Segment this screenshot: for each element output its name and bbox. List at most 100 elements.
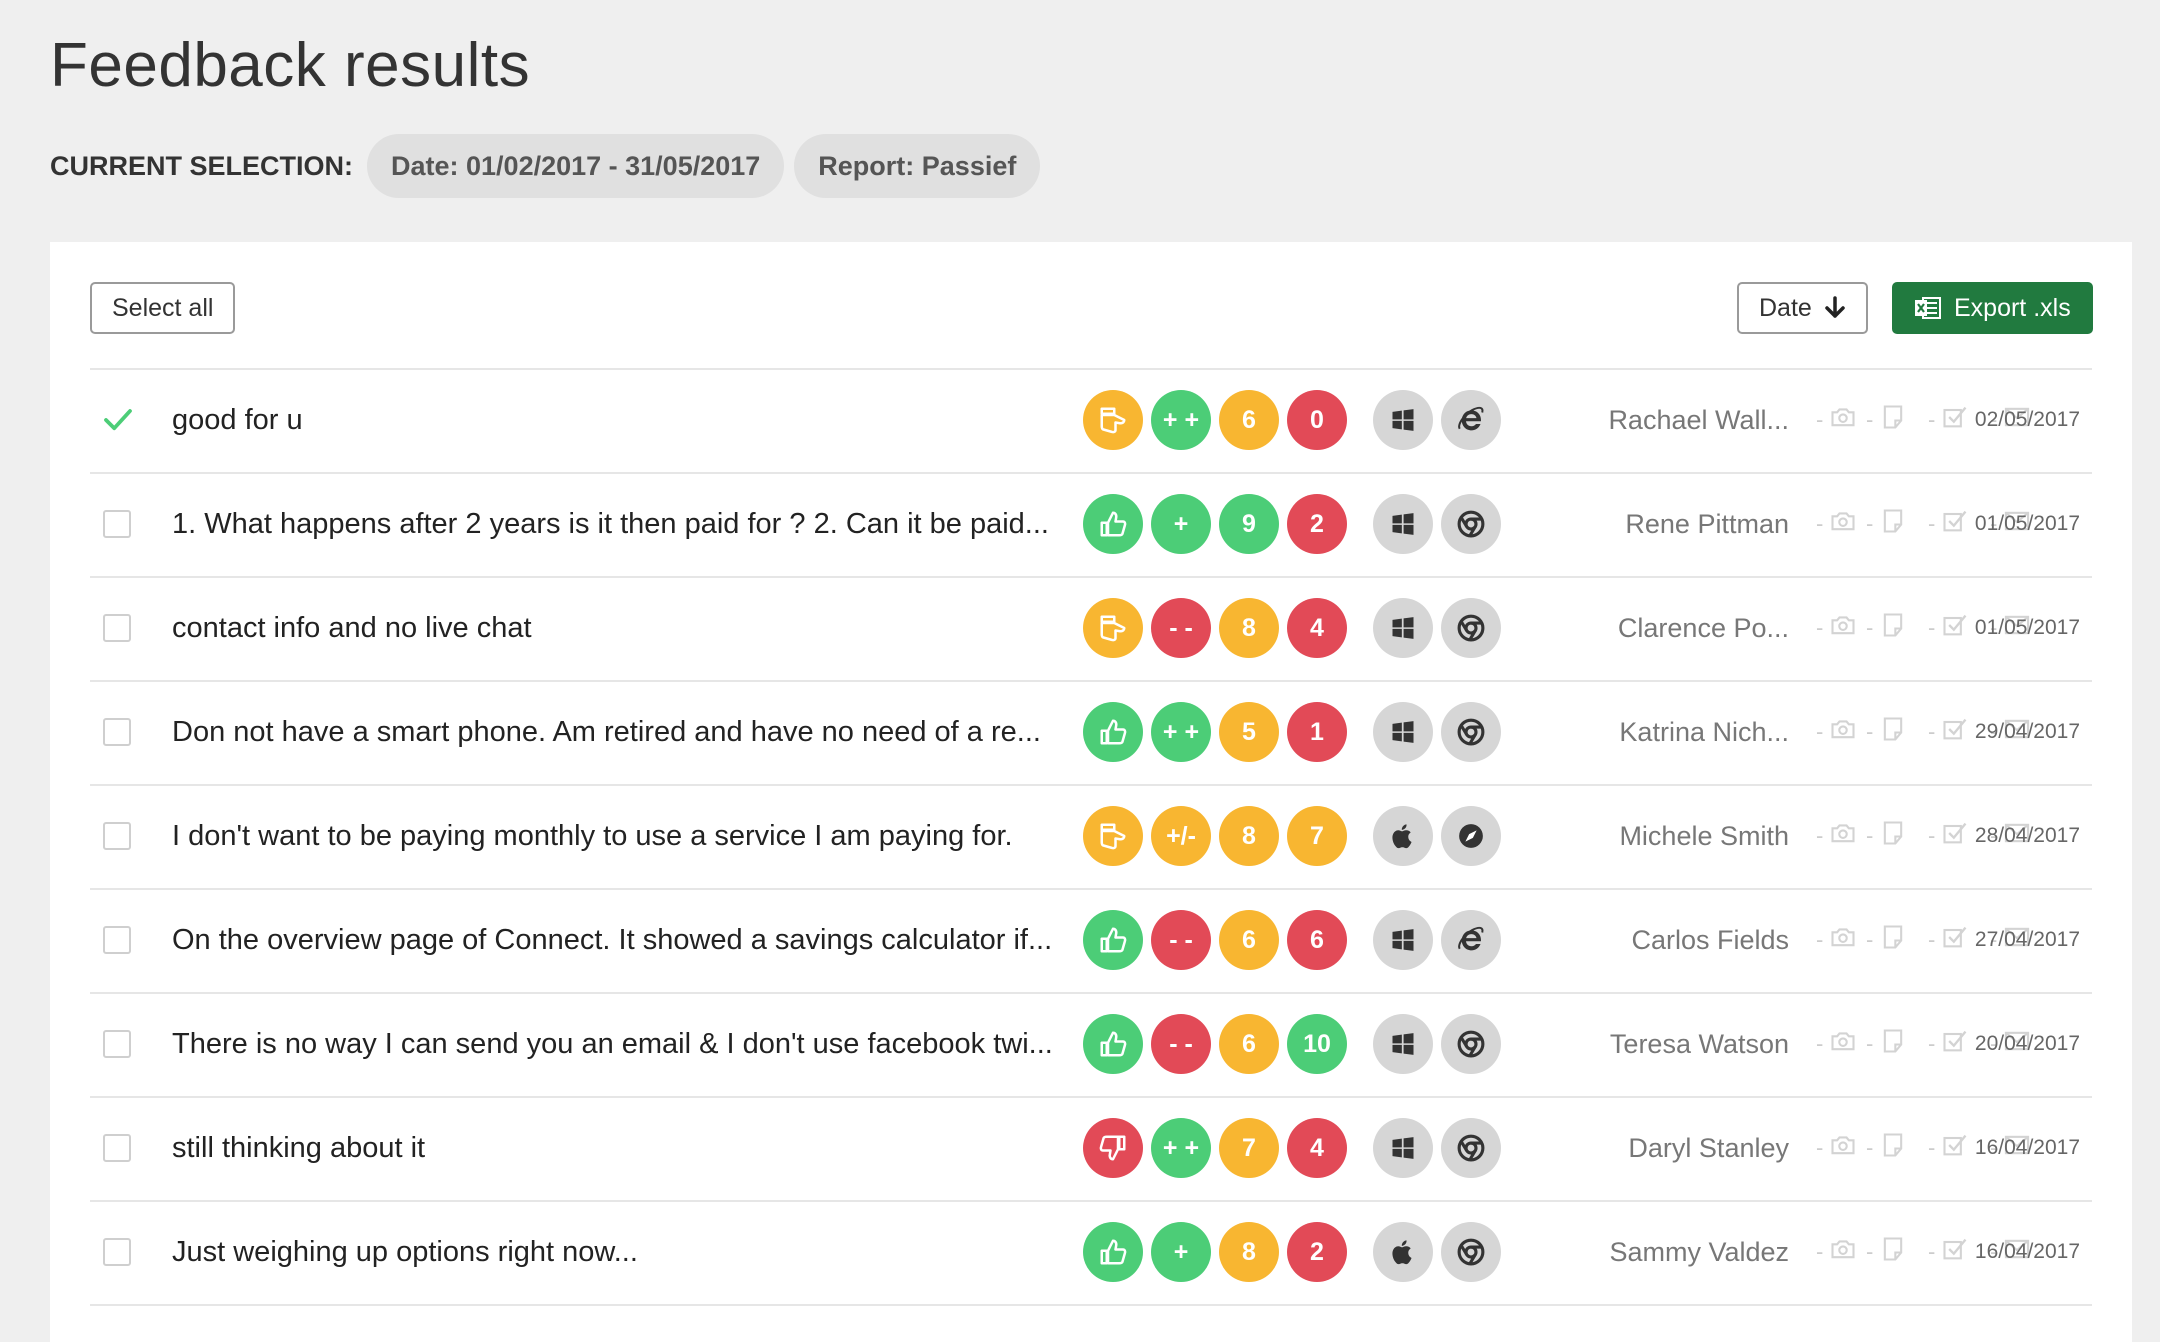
feedback-date: 20/04/2017 xyxy=(1974,1032,2080,1055)
user-name: Sammy Valdez xyxy=(1609,1236,1789,1267)
comment-text[interactable]: Don not have a smart phone. Am retired a… xyxy=(172,682,1062,782)
status-dash: - xyxy=(1928,407,1936,432)
note-icon xyxy=(1879,1235,1907,1269)
feedback-row[interactable]: Just weighing up options right now... +8 2… xyxy=(90,1202,2092,1306)
status-dash: - xyxy=(1816,615,1824,640)
status-dash: - xyxy=(1816,511,1824,536)
feedback-date: 16/04/2017 xyxy=(1974,1136,2080,1159)
count-badge: 2 xyxy=(1287,1222,1347,1282)
status-dash: - xyxy=(1928,511,1936,536)
comment-text[interactable]: 1. What happens after 2 years is it then… xyxy=(172,474,1062,574)
camera-icon xyxy=(1829,1235,1857,1269)
user-name: Rachael Wall... xyxy=(1608,404,1789,435)
thumb-down-icon xyxy=(1083,1118,1143,1178)
note-icon xyxy=(1879,403,1907,437)
checkbox-icon xyxy=(1941,923,1969,957)
row-checkbox[interactable] xyxy=(103,1238,131,1266)
comment-text[interactable]: I don't want to be paying monthly to use… xyxy=(172,786,1062,886)
rating-badge: + xyxy=(1151,1222,1211,1282)
export-label: Export .xls xyxy=(1954,294,2071,322)
date-range-chip[interactable]: Date: 01/02/2017 - 31/05/2017 xyxy=(367,134,785,198)
note-icon xyxy=(1879,1027,1907,1061)
status-dash: - xyxy=(1816,407,1824,432)
feedback-row[interactable]: good for u + +6 0 Rachael Wall... - - - -02/05/… xyxy=(90,370,2092,474)
feedback-row[interactable]: There is no way I can send you an email … xyxy=(90,994,2092,1098)
feedback-row[interactable]: 1. What happens after 2 years is it then… xyxy=(90,474,2092,578)
count-badge: 6 xyxy=(1287,910,1347,970)
status-dash: - xyxy=(1816,823,1824,848)
comment-text[interactable]: There is no way I can send you an email … xyxy=(172,994,1062,1094)
selected-check-icon[interactable] xyxy=(103,403,133,437)
score-badge: 6 xyxy=(1219,390,1279,450)
status-dash: - xyxy=(1816,1031,1824,1056)
sort-date-button[interactable]: Date xyxy=(1737,282,1868,334)
row-checkbox[interactable] xyxy=(103,510,131,538)
feedback-date: 01/05/2017 xyxy=(1974,616,2080,639)
feedback-date: 01/05/2017 xyxy=(1974,512,2080,535)
rating-badge: - - xyxy=(1151,598,1211,658)
score-badge: 8 xyxy=(1219,1222,1279,1282)
feedback-date: 02/05/2017 xyxy=(1974,408,2080,431)
note-icon xyxy=(1879,507,1907,541)
note-icon xyxy=(1879,1131,1907,1165)
user-name: Daryl Stanley xyxy=(1628,1132,1789,1163)
count-badge: 0 xyxy=(1287,390,1347,450)
row-checkbox[interactable] xyxy=(103,822,131,850)
feedback-row[interactable]: On the overview page of Connect. It show… xyxy=(90,890,2092,994)
chrome-icon xyxy=(1441,1222,1501,1282)
status-dash: - xyxy=(1866,927,1874,952)
windows-icon xyxy=(1373,702,1433,762)
chrome-icon xyxy=(1441,702,1501,762)
comment-text[interactable]: On the overview page of Connect. It show… xyxy=(172,890,1062,990)
comment-text[interactable]: still thinking about it xyxy=(172,1098,1062,1198)
row-checkbox[interactable] xyxy=(103,1030,131,1058)
checkbox-icon xyxy=(1941,611,1969,645)
camera-icon xyxy=(1829,611,1857,645)
feedback-row[interactable]: Don not have a smart phone. Am retired a… xyxy=(90,682,2092,786)
comment-text[interactable]: good for u xyxy=(172,370,1062,470)
score-badge: 7 xyxy=(1219,1118,1279,1178)
report-chip[interactable]: Report: Passief xyxy=(794,134,1041,198)
camera-icon xyxy=(1829,819,1857,853)
comment-text[interactable]: Just weighing up options right now... xyxy=(172,1202,1062,1302)
thumb-neutral-icon xyxy=(1083,390,1143,450)
count-badge: 10 xyxy=(1287,1014,1347,1074)
windows-icon xyxy=(1373,494,1433,554)
note-icon xyxy=(1879,715,1907,749)
thumb-up-icon xyxy=(1083,1014,1143,1074)
row-checkbox[interactable] xyxy=(103,1134,131,1162)
select-all-label: Select all xyxy=(112,294,214,322)
comment-text[interactable]: contact info and no live chat xyxy=(172,578,1062,678)
arrow-down-icon xyxy=(1825,296,1845,318)
select-all-button[interactable]: Select all xyxy=(90,282,236,334)
rating-badge: + + xyxy=(1151,702,1211,762)
row-checkbox[interactable] xyxy=(103,718,131,746)
thumb-up-icon xyxy=(1083,494,1143,554)
score-badge: 6 xyxy=(1219,910,1279,970)
camera-icon xyxy=(1829,715,1857,749)
score-badge: 5 xyxy=(1219,702,1279,762)
status-dash: - xyxy=(1866,615,1874,640)
feedback-row[interactable]: still thinking about it + +7 4 Daryl Stanle… xyxy=(90,1098,2092,1202)
camera-icon xyxy=(1829,507,1857,541)
status-dash: - xyxy=(1928,615,1936,640)
status-dash: - xyxy=(1928,823,1936,848)
feedback-row[interactable]: I don't want to be paying monthly to use… xyxy=(90,786,2092,890)
windows-icon xyxy=(1373,1014,1433,1074)
note-icon xyxy=(1879,611,1907,645)
export-xls-button[interactable]: Export .xls xyxy=(1892,282,2093,334)
selection-label: CURRENT SELECTION: xyxy=(50,150,353,181)
count-badge: 4 xyxy=(1287,598,1347,658)
score-badge: 8 xyxy=(1219,806,1279,866)
status-dash: - xyxy=(1928,1239,1936,1264)
row-checkbox[interactable] xyxy=(103,614,131,642)
safari-icon xyxy=(1441,806,1501,866)
rating-badge: +/- xyxy=(1151,806,1211,866)
ie-icon xyxy=(1441,910,1501,970)
camera-icon xyxy=(1829,1131,1857,1165)
score-badge: 9 xyxy=(1219,494,1279,554)
thumb-neutral-icon xyxy=(1083,598,1143,658)
status-dash: - xyxy=(1816,1135,1824,1160)
row-checkbox[interactable] xyxy=(103,926,131,954)
feedback-row[interactable]: contact info and no live chat - -8 4 Claren… xyxy=(90,578,2092,682)
